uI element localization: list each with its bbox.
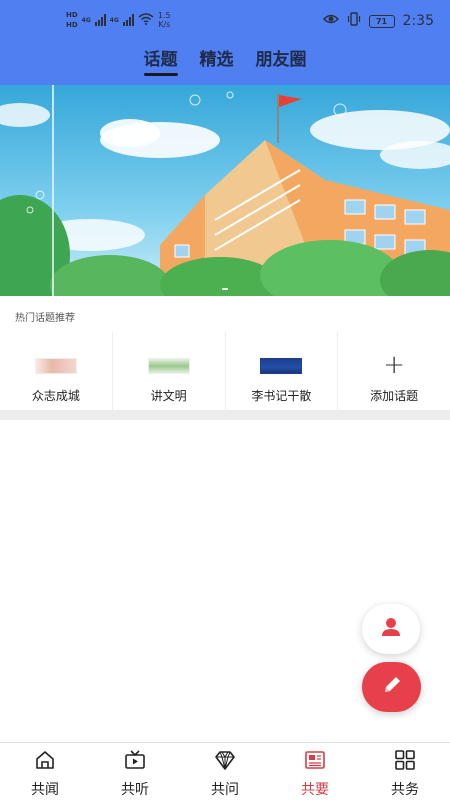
tab-topics[interactable]: 话题: [143, 46, 178, 76]
topic-thumbnail: [34, 358, 77, 374]
net-speed: 1.5 K/s: [158, 11, 171, 29]
net-speed-value: 1.5: [157, 11, 171, 20]
signal-icon-2: [122, 14, 134, 26]
nav-item-ask[interactable]: 共问: [180, 743, 270, 800]
nav-item-listen[interactable]: 共听: [90, 743, 180, 800]
bottom-nav: 共闻 共听 共问 共要 共务: [0, 742, 450, 800]
status-right: 71 2:35: [322, 12, 434, 30]
sim1-label: 4G: [81, 16, 91, 24]
nav-item-news[interactable]: 共闻: [0, 743, 90, 800]
signal-icon: [94, 14, 106, 26]
nav-item-services[interactable]: 共务: [360, 743, 450, 800]
battery-icon: 71: [368, 14, 395, 28]
home-icon: [34, 749, 56, 775]
net-speed-unit: K/s: [158, 20, 171, 29]
video-icon: [124, 749, 146, 775]
hd-label-2: HD: [66, 21, 78, 29]
app-screen: HD HD 4G 4G 1.5 K/s 71 2:35 话题 精选 朋友圈 热门…: [0, 0, 450, 800]
add-topic-label: 添加话题: [370, 389, 419, 403]
tab-bar: 话题 精选 朋友圈: [0, 46, 450, 80]
topic-label: 讲文明: [150, 389, 187, 403]
newspaper-icon: [304, 749, 326, 775]
status-bar: HD HD 4G 4G 1.5 K/s 71 2:35: [0, 8, 450, 34]
diamond-icon: [214, 749, 236, 775]
add-topic-button[interactable]: + 添加话题: [338, 332, 450, 410]
topic-thumbnail: [260, 358, 303, 374]
profile-fab[interactable]: [362, 604, 420, 654]
nav-label: 共务: [391, 782, 419, 798]
carousel-dot-active[interactable]: [222, 288, 228, 290]
topic-item[interactable]: 讲文明: [113, 332, 226, 410]
topic-label: 李书记干散: [251, 389, 312, 403]
nav-label: 共听: [121, 782, 149, 798]
pencil-icon: [381, 674, 403, 700]
nav-label: 共要: [301, 782, 329, 798]
header: HD HD 4G 4G 1.5 K/s 71 2:35 话题 精选 朋友圈: [0, 0, 450, 85]
topic-item[interactable]: 众志成城: [0, 332, 113, 410]
hot-topics-title: 热门话题推荐: [15, 313, 75, 324]
topic-label: 众志成城: [31, 389, 80, 403]
tab-moments[interactable]: 朋友圈: [256, 46, 307, 76]
tab-featured[interactable]: 精选: [200, 46, 234, 76]
wifi-icon: [138, 12, 154, 28]
carousel-indicators: [0, 288, 450, 290]
nav-item-key[interactable]: 共要: [270, 743, 360, 800]
sim2-label: 4G: [109, 16, 119, 24]
hd-indicator: HD HD: [66, 10, 78, 30]
topic-thumbnail: [147, 358, 190, 374]
hd-label-1: HD: [66, 11, 78, 19]
nav-label: 共闻: [31, 782, 59, 798]
grid-icon: [394, 749, 416, 775]
topic-item[interactable]: 李书记干散: [226, 332, 339, 410]
clock: 2:35: [402, 13, 434, 29]
eye-icon: [322, 13, 339, 29]
plus-icon: +: [383, 350, 406, 380]
nav-label: 共问: [211, 782, 239, 798]
banner-illustration: [0, 85, 450, 296]
section-divider: [0, 410, 450, 420]
user-icon: [380, 616, 402, 642]
banner-carousel[interactable]: [0, 85, 450, 296]
status-left: HD HD 4G 4G 1.5 K/s: [66, 10, 171, 30]
compose-fab[interactable]: [362, 662, 421, 712]
hot-topics-list: 众志成城 讲文明 李书记干散 + 添加话题: [0, 332, 450, 410]
vibrate-icon: [347, 12, 361, 30]
